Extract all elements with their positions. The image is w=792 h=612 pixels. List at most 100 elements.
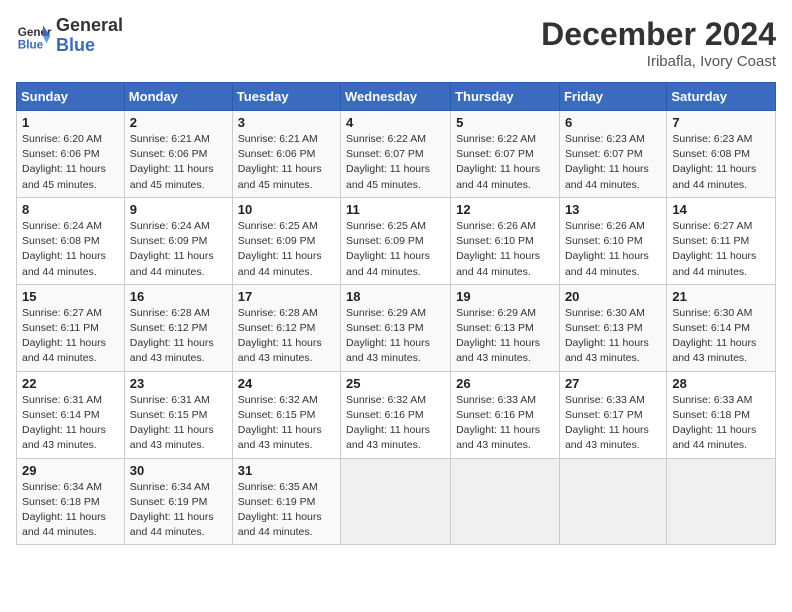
day-info: Sunrise: 6:25 AM Sunset: 6:09 PM Dayligh… [238,219,335,280]
sunset-label: Sunset: 6:06 PM [238,148,316,160]
calendar-cell: 30 Sunrise: 6:34 AM Sunset: 6:19 PM Dayl… [124,458,232,545]
day-number: 28 [672,376,770,391]
day-info: Sunrise: 6:21 AM Sunset: 6:06 PM Dayligh… [130,132,227,193]
col-saturday: Saturday [667,83,776,111]
calendar-cell: 1 Sunrise: 6:20 AM Sunset: 6:06 PM Dayli… [17,111,125,198]
daylight-label: Daylight: 11 hours and 45 minutes. [130,163,214,190]
day-number: 29 [22,463,119,478]
sunset-label: Sunset: 6:07 PM [456,148,534,160]
day-number: 30 [130,463,227,478]
calendar-cell: 27 Sunrise: 6:33 AM Sunset: 6:17 PM Dayl… [559,371,666,458]
sunrise-label: Sunrise: 6:20 AM [22,133,102,145]
sunrise-label: Sunrise: 6:27 AM [672,220,752,232]
day-info: Sunrise: 6:27 AM Sunset: 6:11 PM Dayligh… [22,306,119,367]
calendar-cell: 21 Sunrise: 6:30 AM Sunset: 6:14 PM Dayl… [667,284,776,371]
day-info: Sunrise: 6:31 AM Sunset: 6:14 PM Dayligh… [22,393,119,454]
calendar-cell: 5 Sunrise: 6:22 AM Sunset: 6:07 PM Dayli… [451,111,560,198]
sunset-label: Sunset: 6:13 PM [346,322,424,334]
daylight-label: Daylight: 11 hours and 44 minutes. [346,250,430,277]
sunset-label: Sunset: 6:10 PM [456,235,534,247]
day-info: Sunrise: 6:23 AM Sunset: 6:08 PM Dayligh… [672,132,770,193]
calendar-cell: 9 Sunrise: 6:24 AM Sunset: 6:09 PM Dayli… [124,197,232,284]
calendar-header: Sunday Monday Tuesday Wednesday Thursday… [17,83,776,111]
calendar-cell [341,458,451,545]
day-info: Sunrise: 6:30 AM Sunset: 6:13 PM Dayligh… [565,306,661,367]
daylight-label: Daylight: 11 hours and 44 minutes. [565,163,649,190]
day-info: Sunrise: 6:30 AM Sunset: 6:14 PM Dayligh… [672,306,770,367]
sunrise-label: Sunrise: 6:21 AM [238,133,318,145]
month-year-title: December 2024 [541,16,776,53]
daylight-label: Daylight: 11 hours and 44 minutes. [238,250,322,277]
daylight-label: Daylight: 11 hours and 44 minutes. [22,250,106,277]
sunset-label: Sunset: 6:12 PM [238,322,316,334]
sunrise-label: Sunrise: 6:25 AM [238,220,318,232]
sunset-label: Sunset: 6:12 PM [130,322,208,334]
title-block: December 2024 Iribafla, Ivory Coast [541,16,776,70]
day-info: Sunrise: 6:29 AM Sunset: 6:13 PM Dayligh… [346,306,445,367]
sunrise-label: Sunrise: 6:29 AM [456,307,536,319]
calendar-cell: 19 Sunrise: 6:29 AM Sunset: 6:13 PM Dayl… [451,284,560,371]
daylight-label: Daylight: 11 hours and 44 minutes. [456,250,540,277]
sunrise-label: Sunrise: 6:28 AM [238,307,318,319]
calendar-week-row: 22 Sunrise: 6:31 AM Sunset: 6:14 PM Dayl… [17,371,776,458]
daylight-label: Daylight: 11 hours and 43 minutes. [130,337,214,364]
sunrise-label: Sunrise: 6:26 AM [565,220,645,232]
day-info: Sunrise: 6:23 AM Sunset: 6:07 PM Dayligh… [565,132,661,193]
calendar-cell: 12 Sunrise: 6:26 AM Sunset: 6:10 PM Dayl… [451,197,560,284]
calendar-cell: 10 Sunrise: 6:25 AM Sunset: 6:09 PM Dayl… [232,197,340,284]
calendar-cell [667,458,776,545]
day-info: Sunrise: 6:32 AM Sunset: 6:16 PM Dayligh… [346,393,445,454]
col-monday: Monday [124,83,232,111]
calendar-cell: 24 Sunrise: 6:32 AM Sunset: 6:15 PM Dayl… [232,371,340,458]
sunrise-label: Sunrise: 6:24 AM [130,220,210,232]
day-info: Sunrise: 6:34 AM Sunset: 6:19 PM Dayligh… [130,480,227,541]
sunrise-label: Sunrise: 6:32 AM [346,394,426,406]
daylight-label: Daylight: 11 hours and 43 minutes. [22,424,106,451]
sunrise-label: Sunrise: 6:35 AM [238,481,318,493]
sunrise-label: Sunrise: 6:27 AM [22,307,102,319]
sunrise-label: Sunrise: 6:26 AM [456,220,536,232]
day-number: 24 [238,376,335,391]
calendar-cell: 14 Sunrise: 6:27 AM Sunset: 6:11 PM Dayl… [667,197,776,284]
daylight-label: Daylight: 11 hours and 44 minutes. [672,250,756,277]
day-info: Sunrise: 6:34 AM Sunset: 6:18 PM Dayligh… [22,480,119,541]
sunset-label: Sunset: 6:14 PM [22,409,100,421]
sunset-label: Sunset: 6:18 PM [22,496,100,508]
sunset-label: Sunset: 6:06 PM [130,148,208,160]
calendar-cell: 22 Sunrise: 6:31 AM Sunset: 6:14 PM Dayl… [17,371,125,458]
calendar-cell: 15 Sunrise: 6:27 AM Sunset: 6:11 PM Dayl… [17,284,125,371]
sunrise-label: Sunrise: 6:34 AM [130,481,210,493]
sunset-label: Sunset: 6:17 PM [565,409,643,421]
day-info: Sunrise: 6:32 AM Sunset: 6:15 PM Dayligh… [238,393,335,454]
day-info: Sunrise: 6:28 AM Sunset: 6:12 PM Dayligh… [238,306,335,367]
sunrise-label: Sunrise: 6:25 AM [346,220,426,232]
day-number: 19 [456,289,554,304]
sunset-label: Sunset: 6:06 PM [22,148,100,160]
calendar-week-row: 29 Sunrise: 6:34 AM Sunset: 6:18 PM Dayl… [17,458,776,545]
sunset-label: Sunset: 6:18 PM [672,409,750,421]
header-row: Sunday Monday Tuesday Wednesday Thursday… [17,83,776,111]
col-friday: Friday [559,83,666,111]
calendar-cell [451,458,560,545]
daylight-label: Daylight: 11 hours and 43 minutes. [565,337,649,364]
sunset-label: Sunset: 6:16 PM [456,409,534,421]
day-number: 23 [130,376,227,391]
daylight-label: Daylight: 11 hours and 44 minutes. [130,511,214,538]
sunset-label: Sunset: 6:07 PM [346,148,424,160]
day-info: Sunrise: 6:35 AM Sunset: 6:19 PM Dayligh… [238,480,335,541]
sunrise-label: Sunrise: 6:30 AM [672,307,752,319]
daylight-label: Daylight: 11 hours and 43 minutes. [456,337,540,364]
calendar-cell: 13 Sunrise: 6:26 AM Sunset: 6:10 PM Dayl… [559,197,666,284]
calendar-week-row: 15 Sunrise: 6:27 AM Sunset: 6:11 PM Dayl… [17,284,776,371]
sunset-label: Sunset: 6:09 PM [346,235,424,247]
daylight-label: Daylight: 11 hours and 44 minutes. [238,511,322,538]
sunset-label: Sunset: 6:15 PM [238,409,316,421]
day-info: Sunrise: 6:21 AM Sunset: 6:06 PM Dayligh… [238,132,335,193]
calendar-week-row: 1 Sunrise: 6:20 AM Sunset: 6:06 PM Dayli… [17,111,776,198]
daylight-label: Daylight: 11 hours and 44 minutes. [456,163,540,190]
day-info: Sunrise: 6:25 AM Sunset: 6:09 PM Dayligh… [346,219,445,280]
sunrise-label: Sunrise: 6:33 AM [456,394,536,406]
day-number: 20 [565,289,661,304]
sunrise-label: Sunrise: 6:22 AM [346,133,426,145]
day-number: 26 [456,376,554,391]
